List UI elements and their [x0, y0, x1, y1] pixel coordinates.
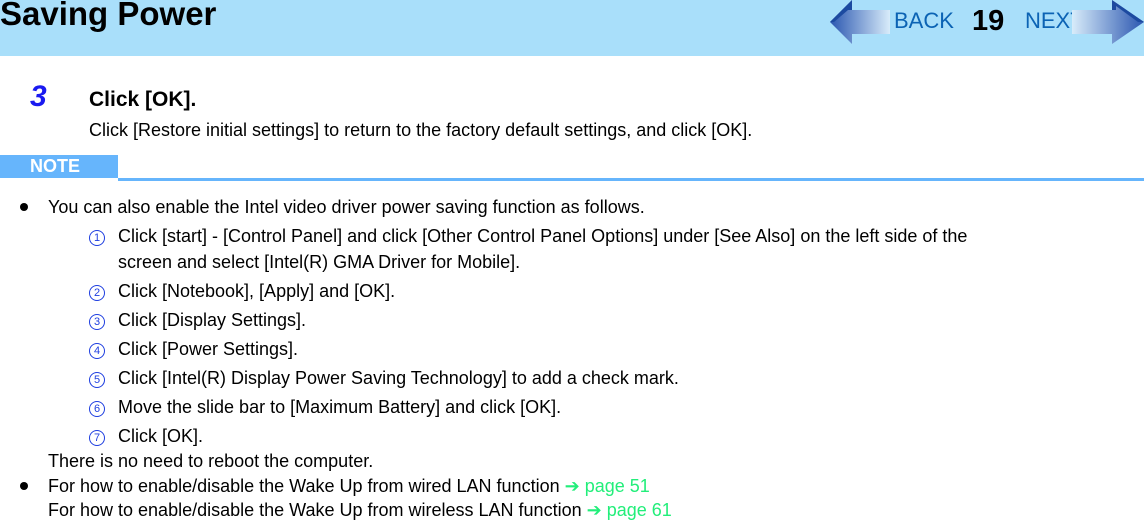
note-bullet-text: You can also enable the Intel video driv… — [48, 197, 645, 217]
substep-text: Click [Intel(R) Display Power Saving Tec… — [118, 368, 679, 388]
wireless-lan-reference: For how to enable/disable the Wake Up fr… — [48, 500, 672, 521]
page-navigation: BACK 19 NEXT — [830, 0, 1144, 46]
substep-text: Move the slide bar to [Maximum Battery] … — [118, 397, 562, 417]
substep-text: Click [start] - [Control Panel] and clic… — [118, 226, 968, 246]
substep-text: Click [Power Settings]. — [118, 339, 299, 359]
page-header: Saving Power BACK 19 NEXT — [0, 0, 1144, 56]
arrow-right-icon: ➔ — [586, 500, 602, 520]
page-61-link[interactable]: page 61 — [607, 500, 672, 520]
page-number: 19 — [972, 5, 1005, 37]
substep-text: Click [OK]. — [118, 426, 204, 446]
circled-number-icon: 6 — [89, 401, 105, 417]
back-arrow-icon[interactable] — [830, 0, 890, 46]
substep-text: screen and select [Intel(R) GMA Driver f… — [118, 252, 521, 272]
step-description: Click [Restore initial settings] to retu… — [89, 120, 753, 140]
step-title: Click [OK]. — [89, 88, 197, 111]
circled-number-icon: 2 — [89, 285, 105, 301]
bullet-icon — [20, 203, 28, 211]
bullet-icon — [20, 482, 28, 490]
wired-lan-reference: For how to enable/disable the Wake Up fr… — [48, 476, 650, 497]
page-51-link[interactable]: page 51 — [585, 476, 650, 496]
page-title: Saving Power — [0, 0, 217, 32]
step-number: 3 — [30, 80, 47, 113]
circled-number-icon: 1 — [89, 230, 105, 246]
note-after-text: There is no need to reboot the computer. — [48, 451, 374, 471]
reference-text: For how to enable/disable the Wake Up fr… — [48, 476, 560, 496]
next-arrow-icon[interactable] — [1072, 0, 1144, 46]
substep-text: Click [Notebook], [Apply] and [OK]. — [118, 281, 396, 301]
circled-number-icon: 3 — [89, 314, 105, 330]
circled-number-icon: 7 — [89, 430, 105, 446]
back-button[interactable]: BACK — [894, 8, 954, 34]
reference-text: For how to enable/disable the Wake Up fr… — [48, 500, 582, 520]
circled-number-icon: 4 — [89, 343, 105, 359]
note-label: NOTE — [0, 155, 118, 178]
note-label-text: NOTE — [30, 156, 81, 176]
arrow-right-icon: ➔ — [564, 476, 580, 496]
substep-text: Click [Display Settings]. — [118, 310, 307, 330]
note-divider — [118, 178, 1144, 181]
circled-number-icon: 5 — [89, 372, 105, 388]
